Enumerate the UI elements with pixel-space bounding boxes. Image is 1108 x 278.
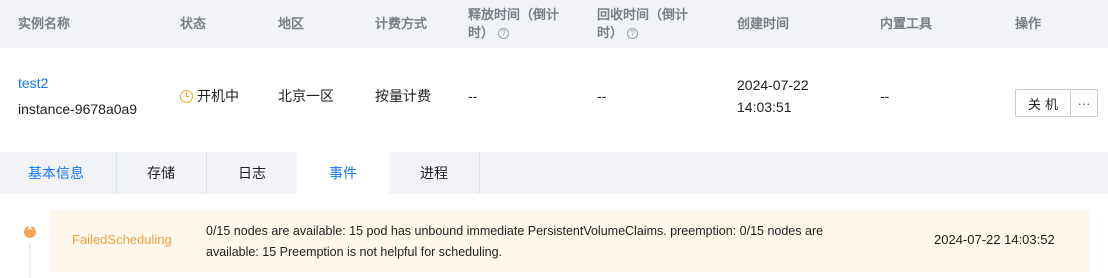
header-reclaim-time: 回收时间（倒计 时）? bbox=[597, 0, 688, 48]
header-actions: 操作 bbox=[1015, 16, 1042, 31]
tab-logs[interactable]: 日志 bbox=[207, 152, 297, 194]
help-icon[interactable]: ? bbox=[627, 28, 639, 40]
help-icon[interactable]: ? bbox=[498, 28, 510, 40]
billing-cell: 按量计费 bbox=[375, 88, 431, 104]
header-release-line2: 时） bbox=[468, 25, 495, 40]
tab-processes[interactable]: 进程 bbox=[389, 152, 479, 194]
event-message: 0/15 nodes are available: 15 pod has unb… bbox=[206, 221, 896, 263]
table-header: 实例名称 状态 地区 计费方式 释放时间（倒计 时）? 回收时间（倒计 时）? … bbox=[0, 0, 1108, 48]
shutdown-button[interactable]: 关机 bbox=[1015, 89, 1071, 117]
header-reclaim-line1: 回收时间（倒计 bbox=[597, 7, 689, 22]
event-message-line2: available: 15 Preemption is not helpful … bbox=[206, 245, 503, 259]
header-status: 状态 bbox=[180, 16, 207, 31]
event-reason: FailedScheduling bbox=[72, 232, 172, 247]
reclaim-time-cell: -- bbox=[597, 88, 607, 104]
header-reclaim-line2: 时） bbox=[597, 25, 624, 40]
tab-basic-info[interactable]: 基本信息 bbox=[0, 152, 112, 194]
detail-tabs: 基本信息 存储 日志 事件 进程 bbox=[0, 152, 1108, 194]
clock-icon bbox=[180, 89, 193, 103]
header-region: 地区 bbox=[278, 16, 305, 31]
more-actions-button[interactable]: ··· bbox=[1070, 89, 1098, 117]
created-time-cell: 2024-07-22 14:03:51 bbox=[737, 48, 809, 144]
tab-storage[interactable]: 存储 bbox=[117, 152, 205, 194]
instance-name-cell: test2 instance-9678a0a9 bbox=[18, 48, 137, 144]
status-cell: 开机中 bbox=[180, 48, 239, 144]
builtin-tools-cell: -- bbox=[880, 88, 890, 104]
header-billing: 计费方式 bbox=[375, 16, 428, 31]
instance-name-link[interactable]: test2 bbox=[18, 72, 137, 94]
instance-id: instance-9678a0a9 bbox=[18, 101, 138, 117]
header-release-line2-wrap: 时）? bbox=[468, 24, 510, 42]
event-time: 2024-07-22 14:03:52 bbox=[934, 232, 1055, 247]
timeline-line bbox=[29, 244, 31, 278]
tab-events[interactable]: 事件 bbox=[297, 152, 389, 194]
header-release-time: 释放时间（倒计 时）? bbox=[468, 0, 559, 48]
header-reclaim-line2-wrap: 时）? bbox=[597, 24, 639, 42]
table-row: test2 instance-9678a0a9 开机中 北京一区 按量计费 --… bbox=[0, 48, 1108, 144]
header-created-time: 创建时间 bbox=[737, 16, 790, 31]
header-release-line1: 释放时间（倒计 bbox=[468, 7, 560, 22]
region-cell: 北京一区 bbox=[278, 88, 334, 104]
release-time-cell: -- bbox=[468, 88, 478, 104]
tab-divider bbox=[479, 152, 480, 194]
header-builtin-tools: 内置工具 bbox=[880, 16, 933, 31]
status-text: 开机中 bbox=[197, 88, 239, 104]
created-clock-time: 14:03:51 bbox=[737, 99, 792, 115]
header-instance-name: 实例名称 bbox=[18, 16, 71, 31]
error-dot-icon bbox=[24, 223, 36, 238]
event-message-line1: 0/15 nodes are available: 15 pod has unb… bbox=[206, 224, 824, 238]
created-date: 2024-07-22 bbox=[737, 77, 809, 93]
